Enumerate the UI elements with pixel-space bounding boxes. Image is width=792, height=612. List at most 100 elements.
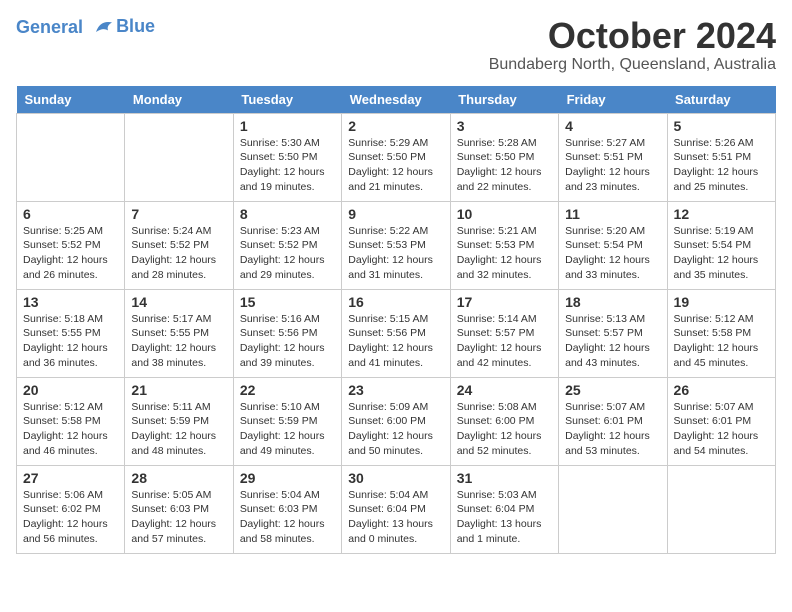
day-info: Sunrise: 5:18 AMSunset: 5:55 PMDaylight:…	[23, 312, 118, 371]
day-info: Sunrise: 5:07 AMSunset: 6:01 PMDaylight:…	[565, 400, 660, 459]
day-number: 31	[457, 470, 552, 486]
day-number: 1	[240, 118, 335, 134]
day-number: 6	[23, 206, 118, 222]
day-cell: 24 Sunrise: 5:08 AMSunset: 6:00 PMDayligh…	[450, 377, 558, 465]
calendar-table: SundayMondayTuesdayWednesdayThursdayFrid…	[16, 86, 776, 554]
day-cell: 13 Sunrise: 5:18 AMSunset: 5:55 PMDayligh…	[17, 289, 125, 377]
week-row-4: 20Sunrise: 5:12 AMSunset: 5:58 PMDayligh…	[17, 377, 776, 465]
day-number: 22	[240, 382, 335, 398]
day-info: Sunrise: 5:13 AMSunset: 5:57 PMDaylight:…	[565, 312, 660, 371]
logo-general: General	[16, 17, 83, 37]
day-cell	[125, 113, 233, 201]
day-cell: 6 Sunrise: 5:25 AMSunset: 5:52 PMDaylight…	[17, 201, 125, 289]
day-cell: 12Sunrise: 5:19 AMSunset: 5:54 PMDayligh…	[667, 201, 775, 289]
day-info: Sunrise: 5:12 AMSunset: 5:58 PMDaylight:…	[674, 312, 769, 371]
day-number: 27	[23, 470, 118, 486]
day-number: 13	[23, 294, 118, 310]
logo: General Blue	[16, 16, 155, 40]
day-number: 11	[565, 206, 660, 222]
day-cell: 27 Sunrise: 5:06 AMSunset: 6:02 PMDayligh…	[17, 465, 125, 553]
day-cell: 3Sunrise: 5:28 AMSunset: 5:50 PMDaylight…	[450, 113, 558, 201]
header-friday: Friday	[559, 86, 667, 114]
day-cell	[559, 465, 667, 553]
day-cell: 17 Sunrise: 5:14 AMSunset: 5:57 PMDayligh…	[450, 289, 558, 377]
day-cell: 30 Sunrise: 5:04 AMSunset: 6:04 PMDayligh…	[342, 465, 450, 553]
title-block: October 2024 Bundaberg North, Queensland…	[489, 16, 776, 74]
day-cell: 28 Sunrise: 5:05 AMSunset: 6:03 PMDayligh…	[125, 465, 233, 553]
day-number: 19	[674, 294, 769, 310]
day-number: 21	[131, 382, 226, 398]
header-row: SundayMondayTuesdayWednesdayThursdayFrid…	[17, 86, 776, 114]
day-cell	[17, 113, 125, 201]
day-number: 9	[348, 206, 443, 222]
day-number: 28	[131, 470, 226, 486]
day-number: 17	[457, 294, 552, 310]
day-info: Sunrise: 5:29 AMSunset: 5:50 PMDaylight:…	[348, 136, 443, 195]
day-info: Sunrise: 5:25 AMSunset: 5:52 PMDaylight:…	[23, 224, 118, 283]
week-row-2: 6 Sunrise: 5:25 AMSunset: 5:52 PMDaylight…	[17, 201, 776, 289]
location-title: Bundaberg North, Queensland, Australia	[489, 56, 776, 74]
day-cell: 19 Sunrise: 5:12 AMSunset: 5:58 PMDayligh…	[667, 289, 775, 377]
day-cell: 18Sunrise: 5:13 AMSunset: 5:57 PMDayligh…	[559, 289, 667, 377]
logo-blue: Blue	[116, 16, 155, 37]
day-info: Sunrise: 5:15 AMSunset: 5:56 PMDaylight:…	[348, 312, 443, 371]
day-cell: 29 Sunrise: 5:04 AMSunset: 6:03 PMDayligh…	[233, 465, 341, 553]
day-number: 23	[348, 382, 443, 398]
day-cell: 9 Sunrise: 5:22 AMSunset: 5:53 PMDaylight…	[342, 201, 450, 289]
day-info: Sunrise: 5:21 AMSunset: 5:53 PMDaylight:…	[457, 224, 552, 283]
day-info: Sunrise: 5:04 AMSunset: 6:03 PMDaylight:…	[240, 488, 335, 547]
logo-bird-icon	[92, 16, 116, 40]
day-cell: 8Sunrise: 5:23 AMSunset: 5:52 PMDaylight…	[233, 201, 341, 289]
page-header: General Blue October 2024 Bundaberg Nort…	[16, 16, 776, 74]
day-info: Sunrise: 5:06 AMSunset: 6:02 PMDaylight:…	[23, 488, 118, 547]
week-row-3: 13 Sunrise: 5:18 AMSunset: 5:55 PMDayligh…	[17, 289, 776, 377]
day-info: Sunrise: 5:03 AMSunset: 6:04 PMDaylight:…	[457, 488, 552, 547]
day-cell: 7Sunrise: 5:24 AMSunset: 5:52 PMDaylight…	[125, 201, 233, 289]
day-cell: 4 Sunrise: 5:27 AMSunset: 5:51 PMDaylight…	[559, 113, 667, 201]
header-thursday: Thursday	[450, 86, 558, 114]
day-number: 10	[457, 206, 552, 222]
day-cell: 1 Sunrise: 5:30 AMSunset: 5:50 PMDaylight…	[233, 113, 341, 201]
day-number: 5	[674, 118, 769, 134]
day-info: Sunrise: 5:30 AMSunset: 5:50 PMDaylight:…	[240, 136, 335, 195]
day-number: 26	[674, 382, 769, 398]
day-number: 16	[348, 294, 443, 310]
day-number: 12	[674, 206, 769, 222]
week-row-5: 27 Sunrise: 5:06 AMSunset: 6:02 PMDayligh…	[17, 465, 776, 553]
day-info: Sunrise: 5:22 AMSunset: 5:53 PMDaylight:…	[348, 224, 443, 283]
day-cell: 16 Sunrise: 5:15 AMSunset: 5:56 PMDayligh…	[342, 289, 450, 377]
day-info: Sunrise: 5:07 AMSunset: 6:01 PMDaylight:…	[674, 400, 769, 459]
day-cell: 22 Sunrise: 5:10 AMSunset: 5:59 PMDayligh…	[233, 377, 341, 465]
day-info: Sunrise: 5:27 AMSunset: 5:51 PMDaylight:…	[565, 136, 660, 195]
day-info: Sunrise: 5:04 AMSunset: 6:04 PMDaylight:…	[348, 488, 443, 547]
day-number: 2	[348, 118, 443, 134]
day-number: 30	[348, 470, 443, 486]
day-info: Sunrise: 5:24 AMSunset: 5:52 PMDaylight:…	[131, 224, 226, 283]
day-cell: 20Sunrise: 5:12 AMSunset: 5:58 PMDayligh…	[17, 377, 125, 465]
day-cell: 21 Sunrise: 5:11 AMSunset: 5:59 PMDayligh…	[125, 377, 233, 465]
day-cell	[667, 465, 775, 553]
day-info: Sunrise: 5:11 AMSunset: 5:59 PMDaylight:…	[131, 400, 226, 459]
day-info: Sunrise: 5:17 AMSunset: 5:55 PMDaylight:…	[131, 312, 226, 371]
week-row-1: 1 Sunrise: 5:30 AMSunset: 5:50 PMDaylight…	[17, 113, 776, 201]
day-info: Sunrise: 5:08 AMSunset: 6:00 PMDaylight:…	[457, 400, 552, 459]
day-number: 24	[457, 382, 552, 398]
day-info: Sunrise: 5:10 AMSunset: 5:59 PMDaylight:…	[240, 400, 335, 459]
day-cell: 15Sunrise: 5:16 AMSunset: 5:56 PMDayligh…	[233, 289, 341, 377]
day-info: Sunrise: 5:09 AMSunset: 6:00 PMDaylight:…	[348, 400, 443, 459]
header-tuesday: Tuesday	[233, 86, 341, 114]
day-number: 8	[240, 206, 335, 222]
day-cell: 5 Sunrise: 5:26 AMSunset: 5:51 PMDaylight…	[667, 113, 775, 201]
day-number: 4	[565, 118, 660, 134]
day-info: Sunrise: 5:14 AMSunset: 5:57 PMDaylight:…	[457, 312, 552, 371]
month-title: October 2024	[489, 16, 776, 56]
day-cell: 14Sunrise: 5:17 AMSunset: 5:55 PMDayligh…	[125, 289, 233, 377]
day-info: Sunrise: 5:26 AMSunset: 5:51 PMDaylight:…	[674, 136, 769, 195]
header-sunday: Sunday	[17, 86, 125, 114]
day-number: 15	[240, 294, 335, 310]
day-cell: 31 Sunrise: 5:03 AMSunset: 6:04 PMDayligh…	[450, 465, 558, 553]
day-cell: 2 Sunrise: 5:29 AMSunset: 5:50 PMDaylight…	[342, 113, 450, 201]
day-number: 3	[457, 118, 552, 134]
day-number: 29	[240, 470, 335, 486]
day-info: Sunrise: 5:05 AMSunset: 6:03 PMDaylight:…	[131, 488, 226, 547]
